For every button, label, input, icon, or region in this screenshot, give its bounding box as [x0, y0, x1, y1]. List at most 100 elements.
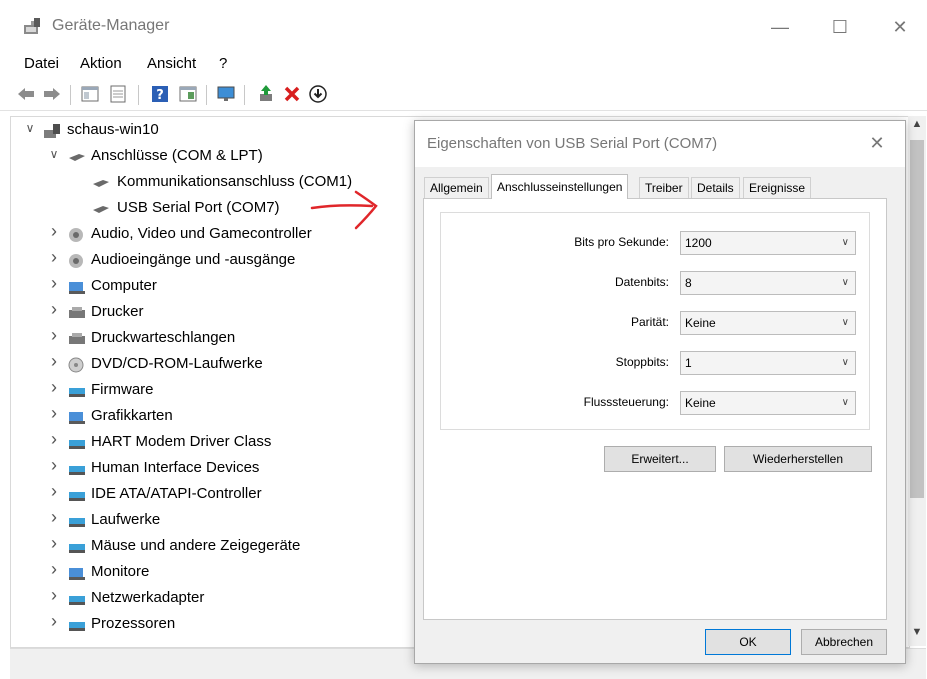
device-icon [67, 434, 87, 452]
chevron-right-icon[interactable]: › [47, 273, 61, 294]
properties-list-icon[interactable] [80, 84, 100, 104]
tab-panel: Bits pro Sekunde: 1200 ∨ Datenbits: 8 ∨ … [423, 198, 887, 620]
tree-item-label: Laufwerke [91, 511, 161, 528]
close-button[interactable]: ✕ [880, 12, 920, 42]
tree-item-label: HART Modem Driver Class [91, 433, 272, 450]
device-manager-icon [22, 16, 44, 36]
disc-icon [67, 356, 87, 374]
download-circle-icon[interactable] [308, 84, 328, 104]
chevron-right-icon[interactable]: › [47, 455, 61, 476]
bits-per-second-select[interactable]: 1200 ∨ [680, 231, 856, 255]
tree-item-label: Monitore [91, 563, 150, 580]
audio-icon [67, 252, 87, 270]
stop-bits-value: 1 [685, 356, 692, 370]
tab-treiber[interactable]: Treiber [639, 177, 689, 198]
tree-item-label: Netzwerkadapter [91, 589, 205, 606]
tree-item-label: IDE ATA/ATAPI-Controller [91, 485, 262, 502]
parity-label: Parität: [630, 315, 669, 329]
tab-details[interactable]: Details [691, 177, 740, 198]
annotation-arrow-icon [310, 190, 378, 230]
port-icon [91, 174, 111, 192]
tree-item-label: Firmware [91, 381, 154, 398]
tree-item-label: Prozessoren [91, 615, 176, 632]
printer-icon [67, 304, 87, 322]
flow-control-select[interactable]: Keine ∨ [680, 391, 856, 415]
tree-item-label: Audioeingänge und -ausgänge [91, 251, 296, 268]
chevron-down-icon: ∨ [841, 317, 849, 328]
help-icon[interactable]: ? [150, 84, 170, 104]
menu-aktion[interactable]: Aktion [80, 55, 122, 72]
chevron-down-icon: ∨ [841, 237, 849, 248]
uninstall-x-icon[interactable] [282, 84, 302, 104]
device-icon [67, 486, 87, 504]
maximize-button[interactable]: ☐ [820, 12, 860, 42]
tab-allgemein[interactable]: Allgemein [424, 177, 489, 198]
chevron-right-icon[interactable]: › [47, 325, 61, 346]
window-icon[interactable] [108, 84, 128, 104]
parity-select[interactable]: Keine ∨ [680, 311, 856, 335]
chevron-right-icon[interactable]: › [47, 403, 61, 424]
chevron-right-icon[interactable]: › [47, 533, 61, 554]
tab-anschlusseinstellungen[interactable]: Anschlusseinstellungen [491, 174, 629, 199]
device-view-icon[interactable] [178, 84, 198, 104]
menu-ansicht[interactable]: Ansicht [147, 55, 196, 72]
device-icon [67, 512, 87, 530]
flow-control-value: Keine [685, 396, 716, 410]
tab-ereignisse[interactable]: Ereignisse [743, 177, 812, 198]
back-arrow-icon[interactable] [16, 84, 36, 104]
tree-item-label: Grafikkarten [91, 407, 173, 424]
stop-bits-select[interactable]: 1 ∨ [680, 351, 856, 375]
chevron-right-icon[interactable]: › [47, 299, 61, 320]
stop-bits-label: Stoppbits: [615, 355, 669, 369]
chevron-right-icon[interactable]: › [47, 507, 61, 528]
device-icon [67, 460, 87, 478]
menu-bar [0, 50, 927, 78]
device-icon [67, 616, 87, 634]
data-bits-select[interactable]: 8 ∨ [680, 271, 856, 295]
computer-icon [67, 278, 87, 296]
device-icon [67, 590, 87, 608]
bits-per-second-value: 1200 [685, 236, 712, 250]
scroll-down-arrow-icon[interactable]: ▼ [908, 626, 926, 642]
svg-text:?: ? [156, 88, 164, 103]
toolbar-separator [70, 85, 71, 105]
chevron-right-icon[interactable]: › [47, 377, 61, 398]
chevron-down-icon: ∨ [841, 357, 849, 368]
menu-datei[interactable]: Datei [24, 55, 59, 72]
chevron-right-icon[interactable]: › [47, 429, 61, 450]
chevron-right-icon[interactable]: › [47, 351, 61, 372]
minimize-button[interactable]: — [760, 12, 800, 42]
restore-defaults-button[interactable]: Wiederherstellen [724, 446, 872, 472]
monitor-icon[interactable] [216, 84, 236, 104]
chevron-right-icon[interactable]: › [47, 247, 61, 268]
chevron-down-icon[interactable]: ∨ [47, 147, 61, 161]
chevron-right-icon[interactable]: › [47, 481, 61, 502]
chevron-down-icon[interactable]: ∨ [23, 121, 37, 135]
chevron-right-icon[interactable]: › [47, 585, 61, 606]
update-driver-icon[interactable] [256, 84, 276, 104]
menu-help[interactable]: ? [219, 55, 227, 72]
device-icon [67, 382, 87, 400]
dialog-close-button[interactable]: ✕ [865, 131, 889, 155]
parity-value: Keine [685, 316, 716, 330]
tree-root-label: schaus-win10 [67, 121, 159, 138]
forward-arrow-icon[interactable] [42, 84, 62, 104]
tree-item-label: Audio, Video und Gamecontroller [91, 225, 312, 242]
toolbar-separator [244, 85, 245, 105]
tree-item-label: Anschlüsse (COM & LPT) [91, 147, 263, 164]
scroll-up-arrow-icon[interactable]: ▲ [908, 118, 926, 134]
properties-dialog: Eigenschaften von USB Serial Port (COM7)… [414, 120, 906, 664]
cancel-button[interactable]: Abbrechen [801, 629, 887, 655]
chevron-right-icon[interactable]: › [47, 221, 61, 242]
scroll-thumb[interactable] [910, 140, 924, 498]
computer-icon [67, 564, 87, 582]
tree-item-label: USB Serial Port (COM7) [117, 199, 280, 216]
device-icon [67, 538, 87, 556]
chevron-right-icon[interactable]: › [47, 611, 61, 632]
tree-item-label: Drucker [91, 303, 144, 320]
chevron-right-icon[interactable]: › [47, 559, 61, 580]
advanced-button[interactable]: Erweitert... [604, 446, 716, 472]
bits-per-second-label: Bits pro Sekunde: [574, 235, 669, 249]
tree-item-label: Computer [91, 277, 157, 294]
ok-button[interactable]: OK [705, 629, 791, 655]
